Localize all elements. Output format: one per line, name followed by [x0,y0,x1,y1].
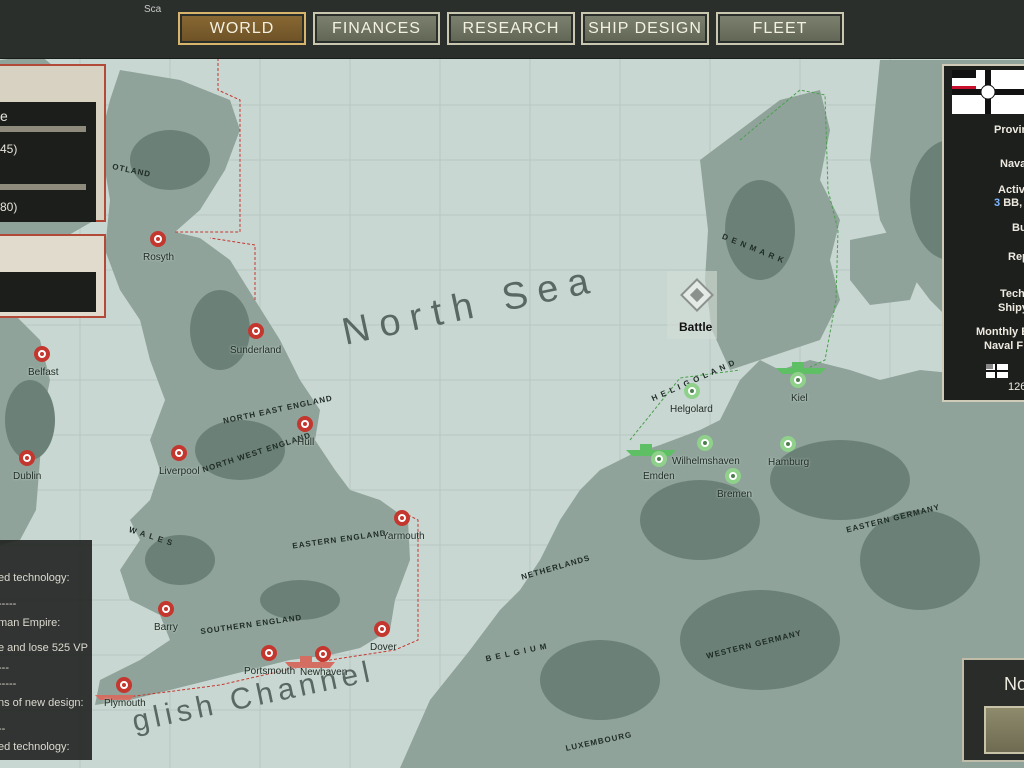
port-marker-hull[interactable] [297,416,313,432]
city-label-top-cropped: Sca [144,4,162,15]
city-label-helgolard: Helgolard [670,404,713,415]
left-secondary-panel [0,234,106,318]
left-panel-heading: e [0,108,8,124]
left-info-panel-body: e 45) 80) [0,102,96,222]
battle-label[interactable]: Battle [679,320,712,334]
port-marker-portsmouth[interactable] [261,645,277,661]
city-label-dover: Dover [370,642,397,653]
city-label-liverpool: Liverpool [159,466,200,477]
port-marker-barry[interactable] [158,601,174,617]
log-line-6: ----- [0,678,17,690]
left-info-panel: e 45) 80) [0,64,106,222]
port-marker-rosyth[interactable] [150,231,166,247]
log-line-9: ed technology: [0,741,70,753]
left-panel-value-1: 45) [0,142,18,156]
bb-count: 3 [994,197,1001,209]
provinces-label: Provin [994,124,1024,136]
port-marker-liverpool[interactable] [171,445,187,461]
port-marker-dublin[interactable] [19,450,35,466]
naval-funds-label: Naval F [984,340,1024,352]
bb-label: BB, [1003,197,1023,209]
city-label-emden: Emden [643,471,675,482]
end-turn-label: No [1004,674,1024,694]
port-marker-bremen[interactable] [725,468,741,484]
event-log-panel[interactable]: ed technology: ----- man Empire: e and l… [0,540,92,760]
tab-finances[interactable]: FINANCES [313,12,440,45]
shipyard-label: Shipy [998,302,1024,314]
naval-label: Nava [1000,158,1024,170]
city-label-kiel: Kiel [791,393,808,404]
left-panel-value-2: 80) [0,200,18,214]
nation-info-panel: Provin Nava Activ 3 BB, Bu Rep Tech Ship… [942,64,1024,402]
tab-research[interactable]: RESEARCH [447,12,575,45]
repair-label: Rep [1008,251,1024,263]
log-line-7: ns of new design: [0,697,84,709]
end-turn-button[interactable] [984,706,1024,754]
active-label: Activ [998,184,1024,196]
log-line-4: e and lose 525 VP [0,642,88,654]
tab-ship-design[interactable]: SHIP DESIGN [581,12,709,45]
city-label-yarmouth: Yarmouth [382,531,425,542]
small-ensign-icon [986,364,1008,378]
log-line-5: --- [0,662,9,674]
port-marker-belfast[interactable] [34,346,50,362]
city-label-hull: Hull [297,437,315,448]
port-marker-hamburg[interactable] [780,436,796,452]
city-label-dublin: Dublin [13,471,42,482]
city-label-hamburg: Hamburg [768,457,810,468]
log-line-1: ed technology: [0,572,70,584]
active-bb-line: 3 BB, [994,197,1022,209]
city-label-rosyth: Rosyth [143,252,175,263]
left-secondary-panel-body [0,272,96,312]
port-marker-emden[interactable] [651,451,667,467]
city-label-portsmouth: Portsmouth [244,666,296,677]
german-imperial-flag-icon [952,70,1024,114]
progress-bar-1 [0,126,86,132]
city-label-barry: Barry [154,622,178,633]
city-label-wilhelmshaven: Wilhelmshaven [672,456,740,467]
port-marker-helgolard[interactable] [684,383,700,399]
port-marker-kiel[interactable] [790,372,806,388]
tab-world[interactable]: WORLD [178,12,306,45]
port-marker-dover[interactable] [374,621,390,637]
funds-value: 126 [1008,381,1024,393]
log-line-2: ----- [0,598,17,610]
monthly-label: Monthly E [976,326,1024,338]
port-marker-wilhelmshaven[interactable] [697,435,713,451]
tab-fleet[interactable]: FLEET [716,12,844,45]
city-label-sunderland: Sunderland [230,345,282,356]
city-label-bremen: Bremen [717,489,753,500]
city-label-newhaven: Newhaven [300,667,348,678]
city-label-plymouth: Plymouth [104,698,146,709]
log-line-3: man Empire: [0,617,61,629]
log-line-8: -- [0,723,6,735]
city-label-belfast: Belfast [28,367,59,378]
port-marker-plymouth[interactable] [116,677,132,693]
progress-bar-2 [0,184,86,190]
end-turn-panel[interactable]: No [962,658,1024,762]
port-marker-newhaven[interactable] [315,646,331,662]
tech-label: Tech [1000,288,1024,300]
top-nav-bar: Sca WORLD FINANCES RESEARCH SHIP DESIGN … [0,0,1024,59]
port-marker-yarmouth[interactable] [394,510,410,526]
building-label: Bu [1012,222,1024,234]
port-marker-sunderland[interactable] [248,323,264,339]
